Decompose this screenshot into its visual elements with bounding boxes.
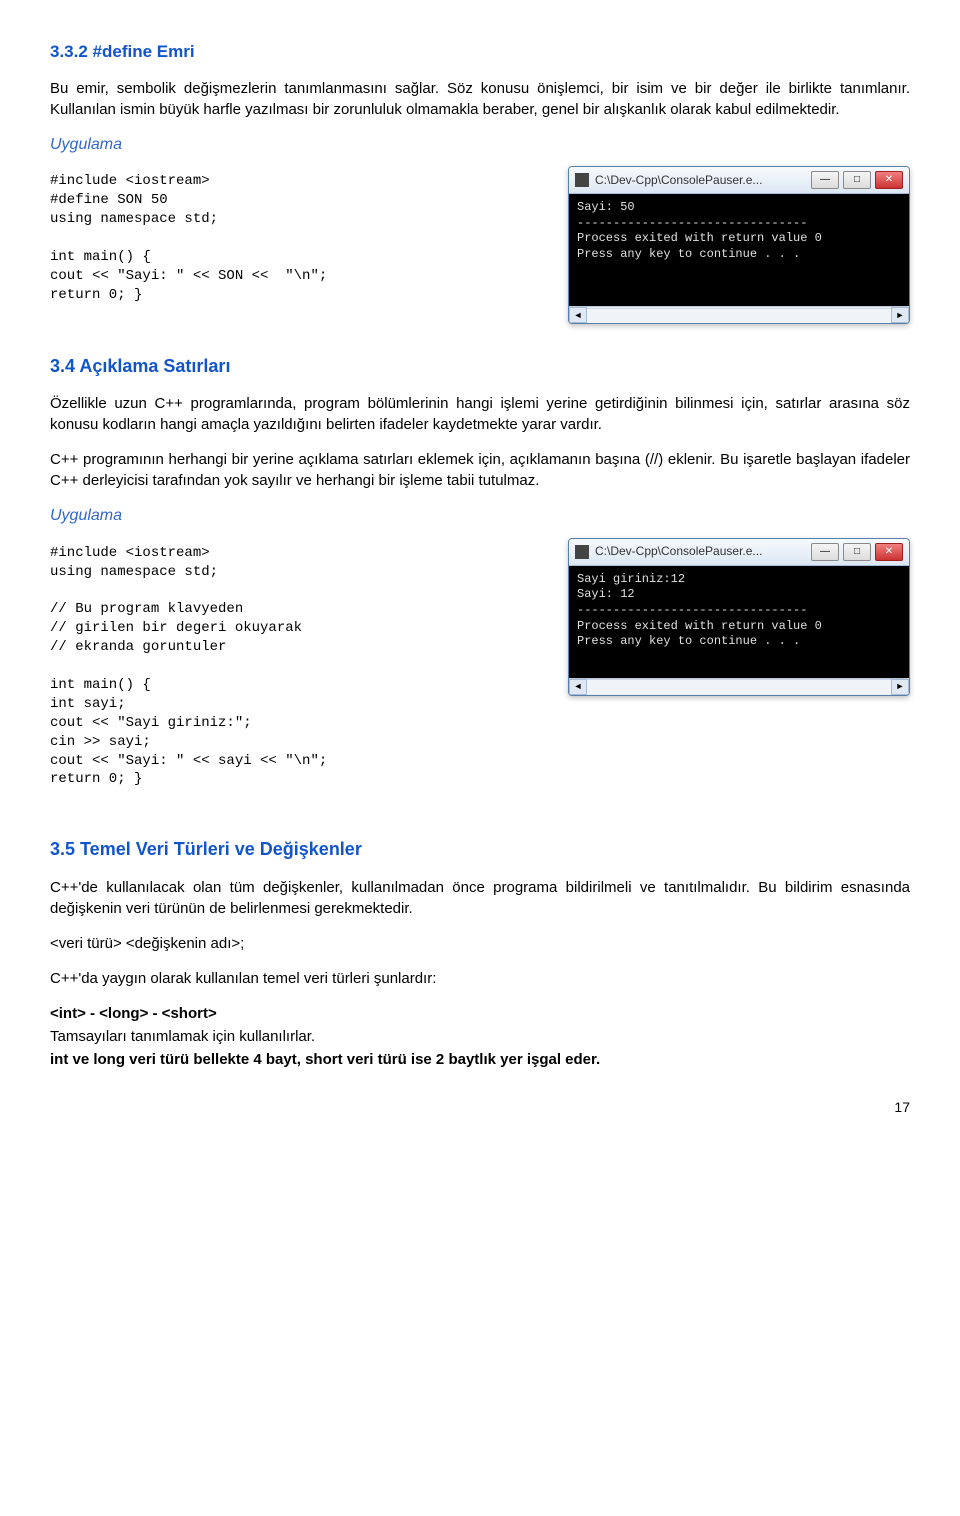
heading-aciklama-satirlari: 3.4 Açıklama Satırları [50, 354, 910, 379]
console-scrollbar-1[interactable]: ◄ ► [569, 306, 909, 323]
heading-veri-turleri: 3.5 Temel Veri Türleri ve Değişkenler [50, 837, 910, 862]
console-titlebar-2: C:\Dev-Cpp\ConsolePauser.e... — □ ✕ [569, 539, 909, 566]
console-scrollbar-2[interactable]: ◄ ► [569, 678, 909, 695]
scroll-track[interactable] [587, 308, 891, 323]
console-icon [575, 173, 589, 187]
minimize-button[interactable]: — [811, 543, 839, 561]
console-titlebar-1: C:\Dev-Cpp\ConsolePauser.e... — □ ✕ [569, 167, 909, 194]
paragraph-veri-3: Tamsayıları tanımlamak için kullanılırla… [50, 1026, 910, 1047]
uygulama-label-2: Uygulama [50, 505, 910, 527]
console-output-2: Sayi giriniz:12 Sayi: 12 ---------------… [569, 566, 909, 678]
console-title-1: C:\Dev-Cpp\ConsolePauser.e... [595, 172, 807, 189]
paragraph-veri-4: int ve long veri türü bellekte 4 bayt, s… [50, 1049, 910, 1070]
code-block-comments: #include <iostream> using namespace std;… [50, 544, 544, 790]
scroll-right-icon[interactable]: ► [891, 307, 909, 323]
paragraph-aciklama-1: Özellikle uzun C++ programlarında, progr… [50, 393, 910, 435]
paragraph-define-intro: Bu emir, sembolik değişmezlerin tanımlan… [50, 78, 910, 120]
console-output-1: Sayi: 50 -------------------------------… [569, 194, 909, 306]
console-window-1: C:\Dev-Cpp\ConsolePauser.e... — □ ✕ Sayi… [568, 166, 910, 324]
code-block-define: #include <iostream> #define SON 50 using… [50, 172, 544, 304]
close-button[interactable]: ✕ [875, 171, 903, 189]
scroll-right-icon[interactable]: ► [891, 679, 909, 695]
paragraph-aciklama-2: C++ programının herhangi bir yerine açık… [50, 449, 910, 491]
minimize-button[interactable]: — [811, 171, 839, 189]
console-window-2: C:\Dev-Cpp\ConsolePauser.e... — □ ✕ Sayi… [568, 538, 910, 696]
declaration-syntax: <veri türü> <değişkenin adı>; [50, 933, 910, 954]
scroll-left-icon[interactable]: ◄ [569, 307, 587, 323]
page-number: 17 [50, 1098, 910, 1118]
scroll-track[interactable] [587, 679, 891, 694]
console-icon [575, 545, 589, 559]
paragraph-veri-1: C++'de kullanılacak olan tüm değişkenler… [50, 877, 910, 919]
int-types-list: <int> - <long> - <short> [50, 1005, 217, 1022]
maximize-button[interactable]: □ [843, 171, 871, 189]
uygulama-label-1: Uygulama [50, 134, 910, 156]
maximize-button[interactable]: □ [843, 543, 871, 561]
scroll-left-icon[interactable]: ◄ [569, 679, 587, 695]
close-button[interactable]: ✕ [875, 543, 903, 561]
paragraph-veri-2: C++'da yaygın olarak kullanılan temel ve… [50, 968, 910, 989]
console-title-2: C:\Dev-Cpp\ConsolePauser.e... [595, 543, 807, 560]
heading-define-emri: 3.3.2 #define Emri [50, 40, 910, 64]
